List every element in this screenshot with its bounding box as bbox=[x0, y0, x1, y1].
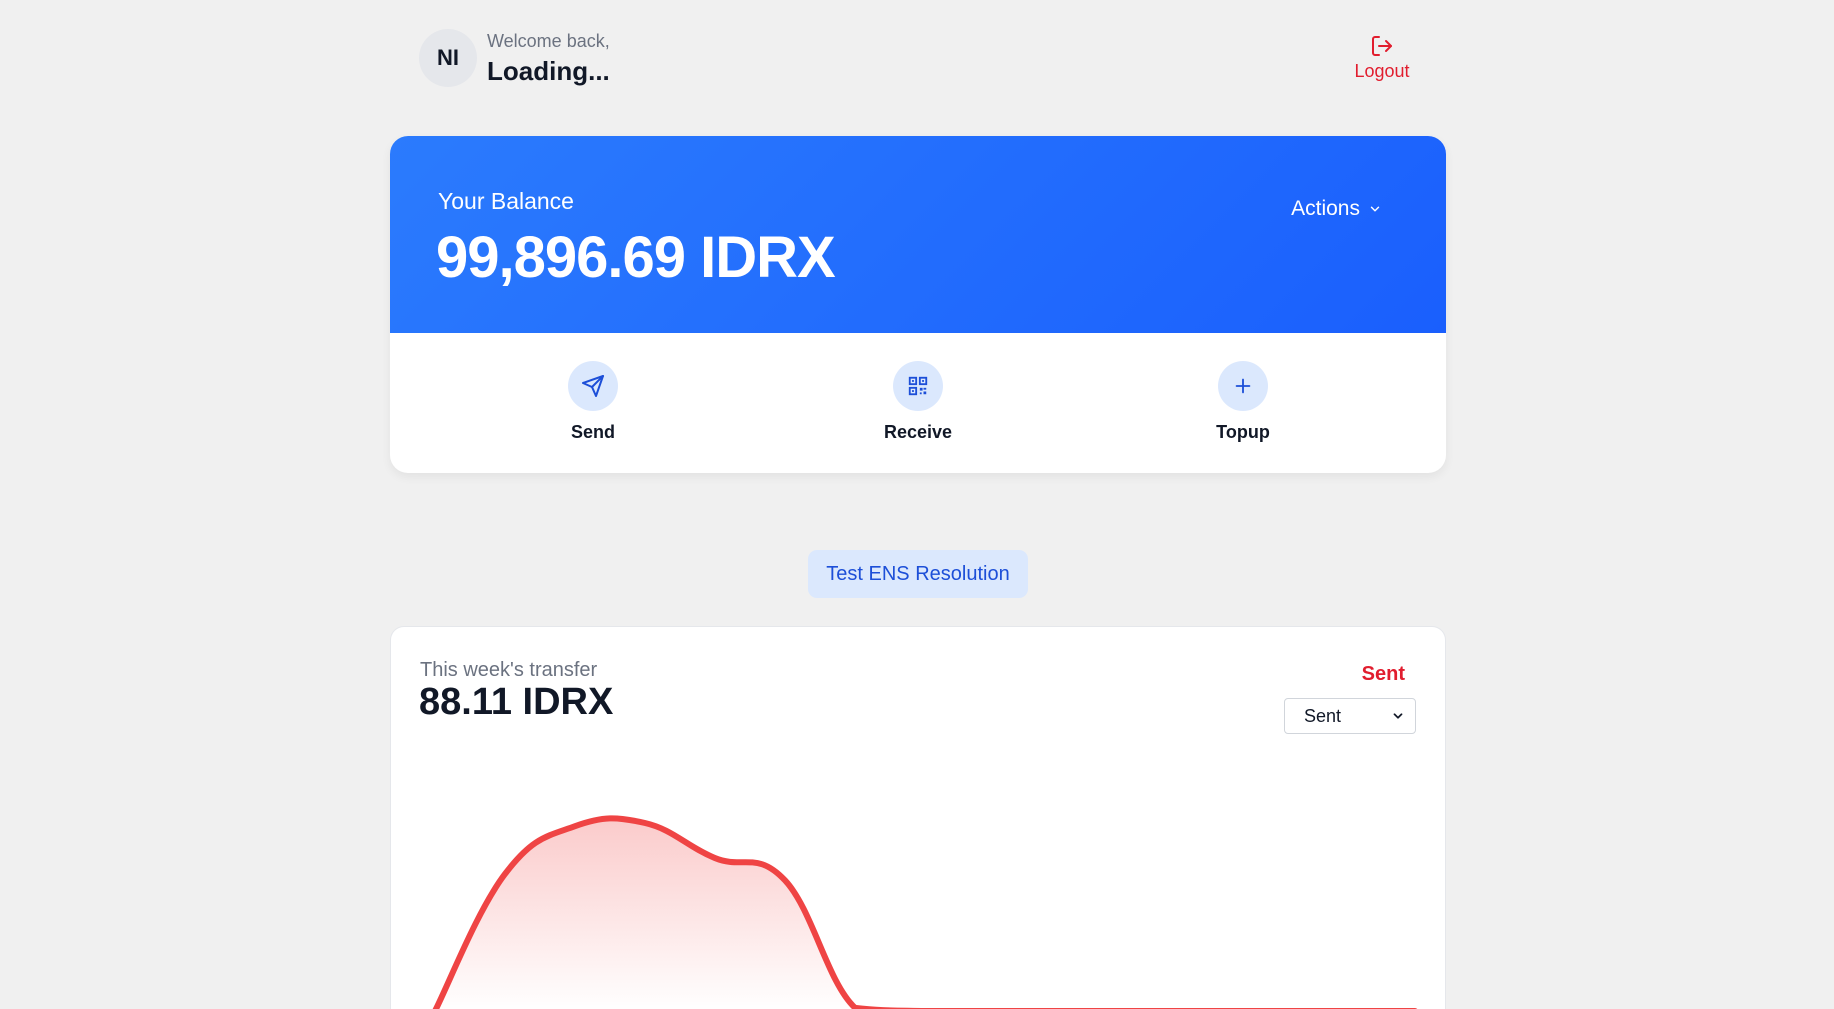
filter-select-value: Sent bbox=[1304, 705, 1342, 726]
qr-code-icon bbox=[908, 376, 928, 396]
topup-button[interactable]: Topup bbox=[1183, 361, 1303, 443]
transfer-type-select[interactable]: Sent bbox=[1284, 698, 1416, 734]
welcome-text: Welcome back, bbox=[487, 31, 610, 51]
plus-icon bbox=[1235, 378, 1251, 394]
logout-button[interactable]: Logout bbox=[1347, 34, 1417, 82]
logout-icon bbox=[1372, 36, 1392, 56]
actions-label: Actions bbox=[1291, 197, 1360, 220]
receive-label: Receive bbox=[883, 422, 953, 442]
transfer-amount: 88.11 IDRX bbox=[419, 681, 614, 723]
send-label: Send bbox=[570, 422, 615, 442]
quick-actions: Send Receive Topup bbox=[390, 333, 1446, 473]
receive-icon-circle bbox=[893, 361, 943, 411]
username: Loading... bbox=[487, 56, 610, 86]
balance-amount: 99,896.69 IDRX bbox=[436, 225, 836, 290]
chart-area-fill bbox=[435, 818, 867, 1009]
avatar[interactable]: NI bbox=[419, 29, 477, 87]
chevron-down-icon bbox=[1393, 713, 1403, 719]
logout-label: Logout bbox=[1354, 61, 1410, 81]
balance-label: Your Balance bbox=[438, 188, 574, 214]
receive-button[interactable]: Receive bbox=[858, 361, 978, 443]
header: NI Welcome back, Loading... Logout bbox=[419, 29, 1427, 89]
send-icon-circle bbox=[568, 361, 618, 411]
test-ens-resolution-button[interactable]: Test ENS Resolution bbox=[808, 550, 1028, 598]
chevron-down-icon bbox=[1370, 206, 1380, 212]
transfer-label: This week's transfer bbox=[420, 659, 598, 681]
send-button[interactable]: Send bbox=[533, 361, 653, 443]
transfer-card: This week's transfer 88.11 IDRX Sent Sen… bbox=[390, 626, 1446, 1009]
transfer-chart bbox=[432, 815, 1418, 1009]
actions-dropdown-button[interactable]: Actions bbox=[1291, 197, 1382, 221]
topup-icon-circle bbox=[1218, 361, 1268, 411]
balance-panel: Your Balance 99,896.69 IDRX Actions bbox=[390, 136, 1446, 333]
filter-title: Sent bbox=[1361, 663, 1405, 685]
topup-label: Topup bbox=[1216, 422, 1270, 442]
balance-card: Your Balance 99,896.69 IDRX Actions Send bbox=[390, 136, 1446, 473]
send-icon bbox=[582, 375, 604, 397]
